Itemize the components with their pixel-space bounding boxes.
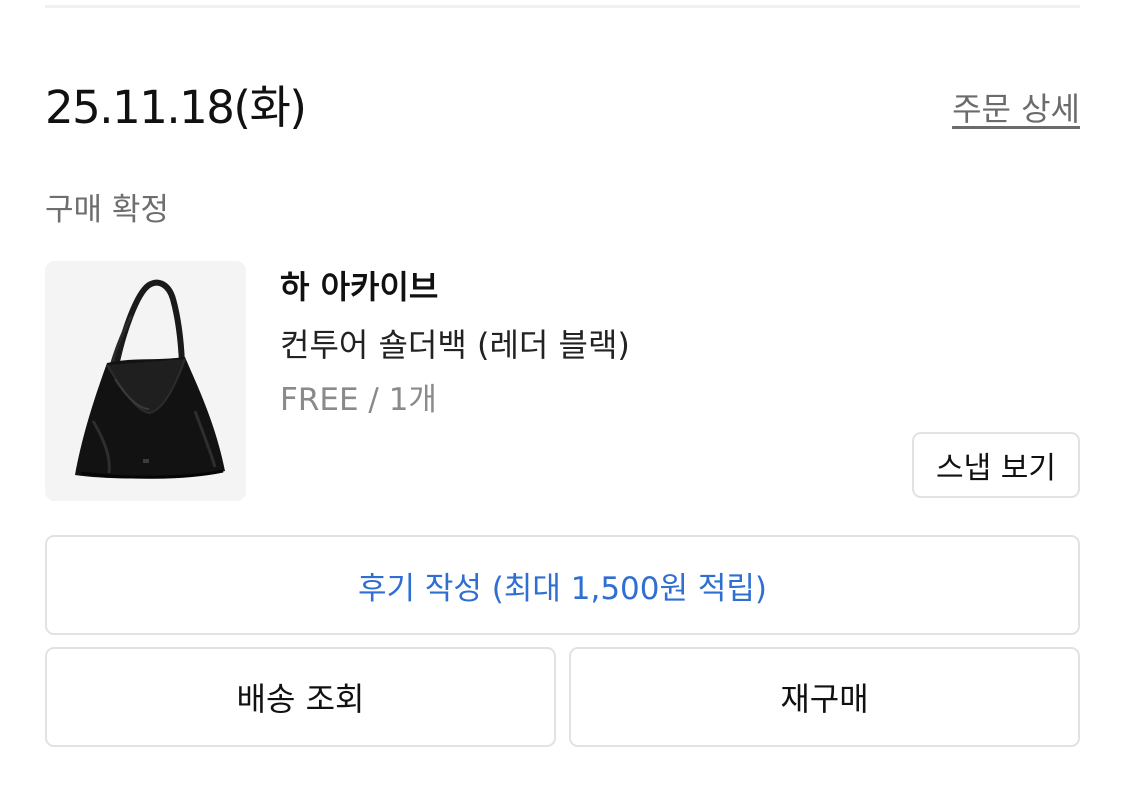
- product-name[interactable]: 컨투어 숄더백 (레더 블랙): [280, 324, 630, 366]
- order-status: 구매 확정: [45, 192, 169, 228]
- order-detail-link[interactable]: 주문 상세: [952, 88, 1080, 130]
- rebuy-button[interactable]: 재구매: [569, 647, 1080, 747]
- write-review-button[interactable]: 후기 작성 (최대 1,500원 적립): [45, 535, 1080, 635]
- view-snap-button[interactable]: 스냅 보기: [912, 432, 1080, 498]
- top-divider: [45, 5, 1080, 8]
- order-date: 25.11.18(화): [45, 81, 307, 134]
- track-shipping-button[interactable]: 배송 조회: [45, 647, 556, 747]
- brand-name[interactable]: 하 아카이브: [280, 266, 438, 308]
- product-option: FREE / 1개: [280, 382, 437, 418]
- product-image[interactable]: [45, 261, 246, 501]
- black-leather-shoulder-bag-image: [45, 261, 246, 501]
